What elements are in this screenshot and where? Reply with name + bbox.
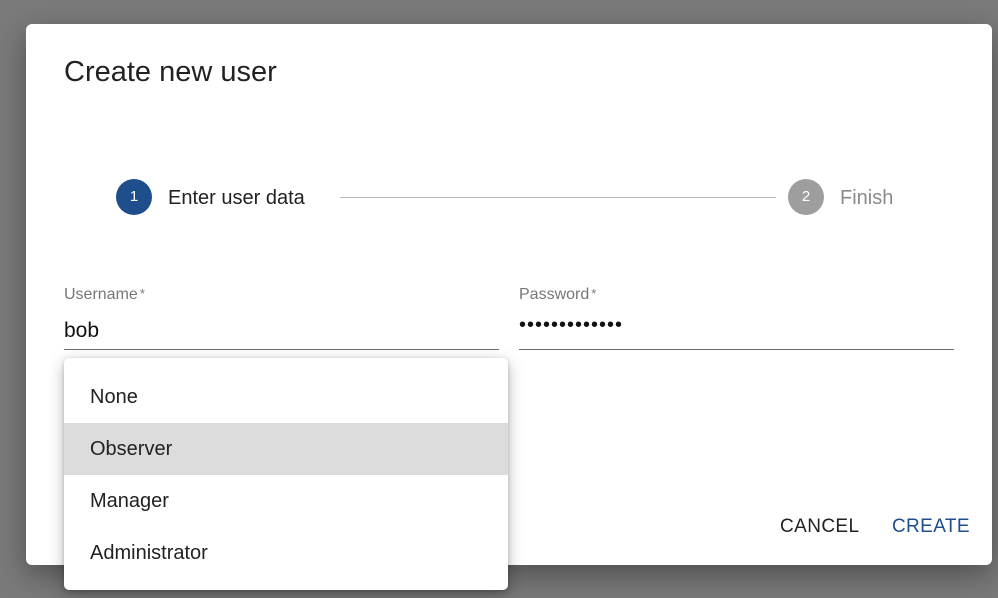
stepper: 1 Enter user data 2 Finish (116, 179, 906, 215)
step-2-number: 2 (788, 179, 824, 215)
dialog-title: Create new user (64, 56, 277, 88)
password-required-mark: * (591, 286, 597, 301)
create-button[interactable]: CREATE (892, 512, 970, 542)
username-input[interactable] (64, 312, 499, 350)
step-connector (340, 197, 776, 198)
username-required-mark: * (139, 286, 145, 301)
password-label: Password * (519, 286, 597, 303)
role-option-observer[interactable]: Observer (64, 423, 508, 475)
role-dropdown-menu: None Observer Manager Administrator (64, 358, 508, 590)
password-field-group: Password * ••••••••••••• (519, 286, 954, 354)
step-1-number: 1 (116, 179, 152, 215)
role-option-manager[interactable]: Manager (64, 475, 508, 527)
password-input[interactable] (519, 312, 954, 350)
dialog-actions: CANCEL CREATE (752, 512, 970, 544)
username-label: Username * (64, 286, 145, 303)
role-option-administrator[interactable]: Administrator (64, 527, 508, 579)
role-option-none[interactable]: None (64, 371, 508, 423)
step-1-label: Enter user data (168, 187, 305, 209)
username-field-group: Username * (64, 286, 499, 354)
cancel-button[interactable]: CANCEL (780, 512, 859, 542)
step-2-label: Finish (840, 187, 894, 209)
